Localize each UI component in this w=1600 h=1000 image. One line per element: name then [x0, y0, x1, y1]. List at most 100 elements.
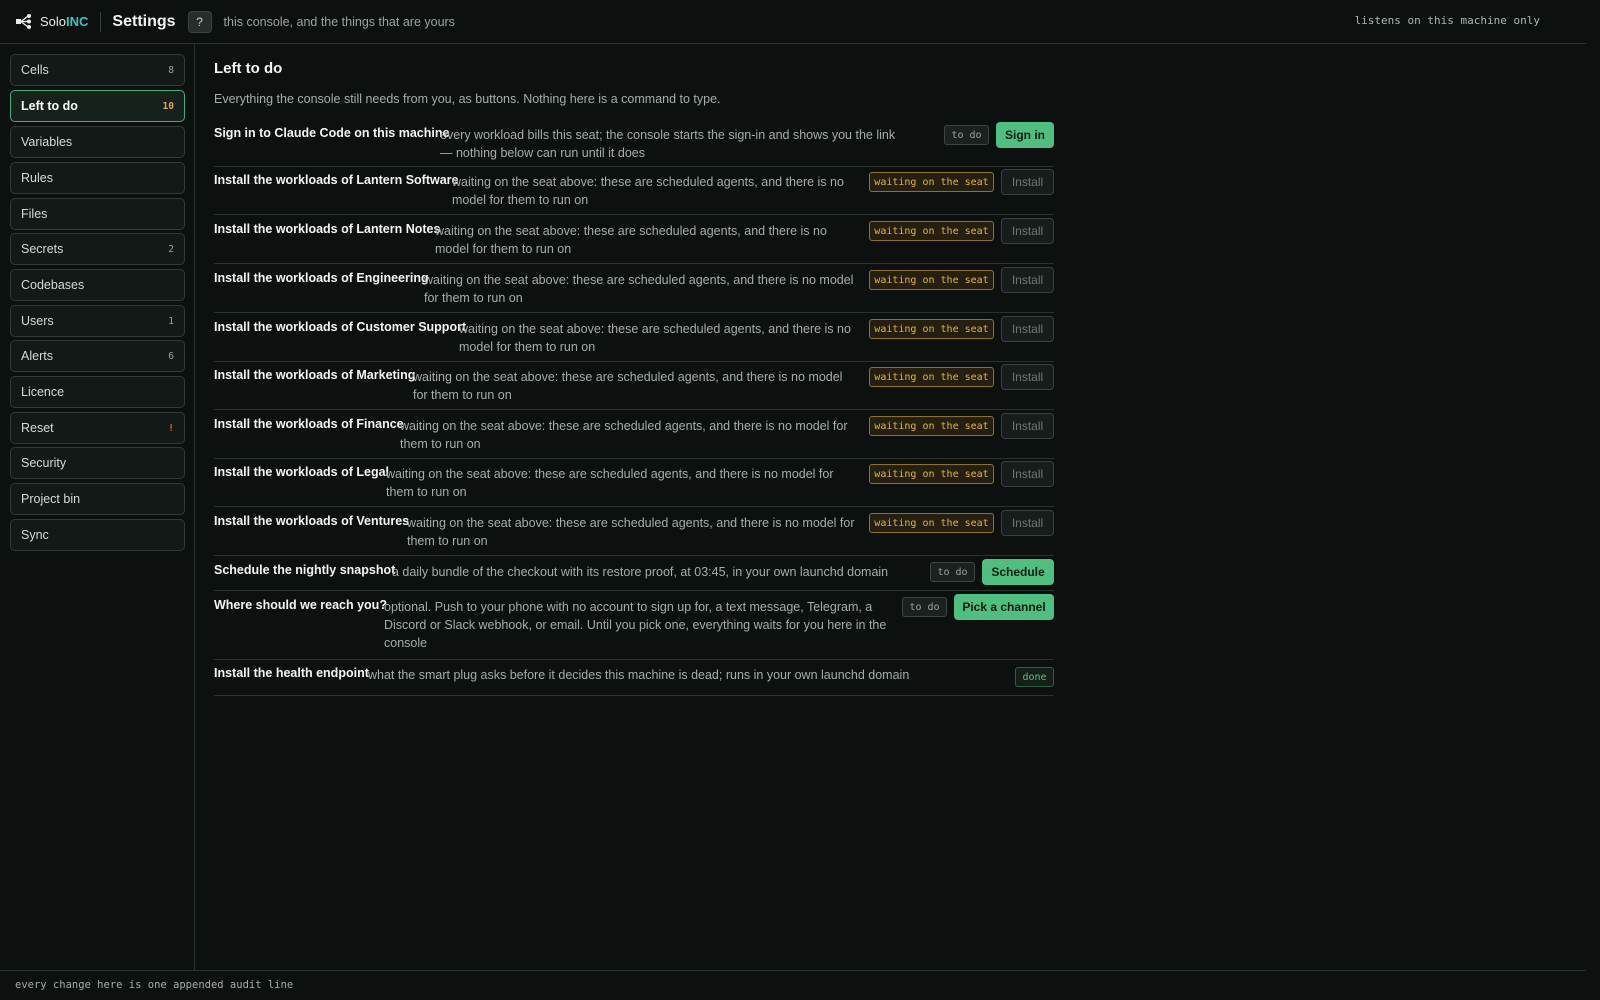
status-badge: to do — [944, 125, 989, 145]
sidebar-item-label: Files — [21, 207, 48, 221]
top-bar: SoloINC Settings ? this console, and the… — [0, 0, 1586, 44]
task-description: waiting on the seat above: these are sch… — [413, 370, 843, 402]
sidebar-item-codebases[interactable]: Codebases — [10, 269, 185, 301]
sidebar-item-count: 8 — [168, 64, 174, 76]
sidebar-item-secrets[interactable]: Secrets 2 — [10, 233, 185, 265]
install-button[interactable]: Install — [1001, 413, 1054, 439]
task-row: Install the workloads of Marketing waitin… — [214, 364, 1054, 410]
install-button[interactable]: Install — [1001, 316, 1054, 342]
sidebar-item-label: Alerts — [21, 349, 53, 363]
sidebar: Cells 8 Left to do 10 Variables Rules Files Sec… — [0, 44, 195, 970]
task-row: Install the workloads of Lantern Notes wa… — [214, 218, 1054, 264]
logo[interactable]: SoloINC — [15, 13, 88, 31]
task-row: Install the workloads of Legal waiting on… — [214, 461, 1054, 507]
task-row: Install the workloads of Customer Suppor… — [214, 316, 1054, 362]
task-title: Where should we reach you? — [214, 598, 387, 612]
page-subtitle: this console, and the things that are yo… — [223, 14, 455, 29]
sidebar-item-label: Licence — [21, 385, 65, 399]
status-badge: to do — [930, 562, 975, 582]
sidebar-item-label: Rules — [21, 171, 53, 185]
network-logo-icon — [16, 13, 31, 29]
sidebar-item-label: Users — [21, 314, 54, 328]
sidebar-item-label: Codebases — [21, 278, 85, 292]
sidebar-item-count: 1 — [168, 315, 174, 327]
sidebar-item-reset[interactable]: Reset! — [10, 412, 185, 444]
footer: every change here is one appended audit … — [0, 970, 1586, 1000]
install-button[interactable]: Install — [1001, 510, 1054, 536]
main-content: Left to do Everything the console still … — [214, 60, 1054, 696]
sidebar-item-label: Cells — [21, 63, 49, 77]
task-title: Install the workloads of Ventures — [214, 514, 410, 528]
pick-a-channel-button[interactable]: Pick a channel — [954, 594, 1054, 620]
section-title: Left to do — [214, 60, 283, 77]
status-badge: done — [1015, 667, 1054, 687]
task-description: waiting on the seat above: these are sch… — [400, 419, 848, 451]
sidebar-item-count: ! — [168, 422, 174, 434]
sidebar-item-cells[interactable]: Cells 8 — [10, 54, 185, 86]
sidebar-item-left-to-do[interactable]: Left to do 10 — [10, 90, 185, 122]
task-row: Schedule the nightly snapshot a daily bun… — [214, 559, 1054, 591]
sidebar-item-count: 2 — [168, 243, 174, 255]
help-button[interactable]: ? — [187, 10, 212, 33]
sidebar-item-files[interactable]: Files — [10, 198, 185, 230]
task-row: Install the health endpoint what the smar… — [214, 664, 1054, 696]
task-description: every workload bills this seat; the cons… — [440, 128, 896, 160]
sidebar-item-label: Left to do — [21, 99, 78, 113]
task-description: waiting on the seat above: these are sch… — [386, 467, 834, 499]
sidebar-item-variables[interactable]: Variables — [10, 126, 185, 158]
sidebar-item-licence[interactable]: Licence — [10, 376, 185, 408]
task-title: Install the health endpoint — [214, 666, 369, 680]
status-badge: waiting on the seat — [869, 367, 994, 387]
page-title: Settings — [112, 12, 176, 30]
sidebar-item-label: Reset — [21, 421, 54, 435]
status-badge: waiting on the seat — [869, 221, 994, 241]
task-row: Sign in to Claude Code on this machine ev… — [214, 122, 1054, 167]
status-badge: waiting on the seat — [869, 464, 994, 484]
task-row: Where should we reach you? optional. Push… — [214, 594, 1054, 660]
header-divider — [100, 11, 102, 32]
brand-solo: Solo — [40, 14, 67, 29]
sidebar-item-rules[interactable]: Rules — [10, 162, 185, 194]
task-description: a daily bundle of the checkout with its … — [392, 565, 889, 579]
task-title: Install the workloads of Lantern Softwar… — [214, 173, 459, 187]
install-button[interactable]: Install — [1001, 364, 1054, 390]
task-title: Install the workloads of Engineering — [214, 271, 429, 285]
task-description: waiting on the seat above: these are sch… — [435, 224, 827, 256]
task-description: optional. Push to your phone with no acc… — [384, 600, 887, 650]
sidebar-item-sync[interactable]: Sync — [10, 519, 185, 551]
install-button[interactable]: Install — [1001, 267, 1054, 293]
sidebar-item-label: Security — [21, 456, 67, 470]
task-title: Install the workloads of Finance — [214, 417, 404, 431]
task-title: Install the workloads of Marketing — [214, 368, 416, 382]
install-button[interactable]: Install — [1001, 169, 1054, 195]
install-button[interactable]: Install — [1001, 461, 1054, 487]
schedule-button[interactable]: Schedule — [982, 559, 1054, 585]
sidebar-item-label: Project bin — [21, 492, 81, 506]
sidebar-item-project-bin[interactable]: Project bin — [10, 483, 185, 515]
audit-note: every change here is one appended audit … — [15, 979, 294, 991]
task-row: Install the workloads of Finance waiting … — [214, 413, 1054, 459]
section-lead: Everything the console still needs from … — [214, 92, 721, 106]
task-description: what the smart plug asks before it decid… — [368, 668, 910, 682]
sidebar-item-alerts[interactable]: Alerts 6 — [10, 340, 185, 372]
task-title: Schedule the nightly snapshot — [214, 563, 396, 577]
task-description: waiting on the seat above: these are sch… — [459, 322, 851, 354]
task-row: Install the workloads of Ventures waiting… — [214, 510, 1054, 556]
status-badge: to do — [902, 597, 947, 617]
sign-in-button[interactable]: Sign in — [996, 122, 1054, 148]
install-button[interactable]: Install — [1001, 218, 1054, 244]
sidebar-item-count: 6 — [168, 350, 174, 362]
task-description: waiting on the seat above: these are sch… — [424, 273, 854, 305]
sidebar-item-security[interactable]: Security — [10, 447, 185, 479]
sidebar-item-label: Secrets — [21, 242, 64, 256]
status-badge: waiting on the seat — [869, 513, 994, 533]
sidebar-item-count: 10 — [162, 100, 174, 112]
sidebar-item-label: Variables — [21, 135, 73, 149]
status-badge: waiting on the seat — [869, 172, 994, 192]
sidebar-item-users[interactable]: Users 1 — [10, 305, 185, 337]
task-title: Install the workloads of Lantern Notes — [214, 222, 441, 236]
task-description: waiting on the seat above: these are sch… — [407, 516, 855, 548]
task-title: Install the workloads of Customer Suppor… — [214, 320, 467, 334]
listen-status: listens on this machine only — [1354, 14, 1540, 27]
status-badge: waiting on the seat — [869, 319, 994, 339]
